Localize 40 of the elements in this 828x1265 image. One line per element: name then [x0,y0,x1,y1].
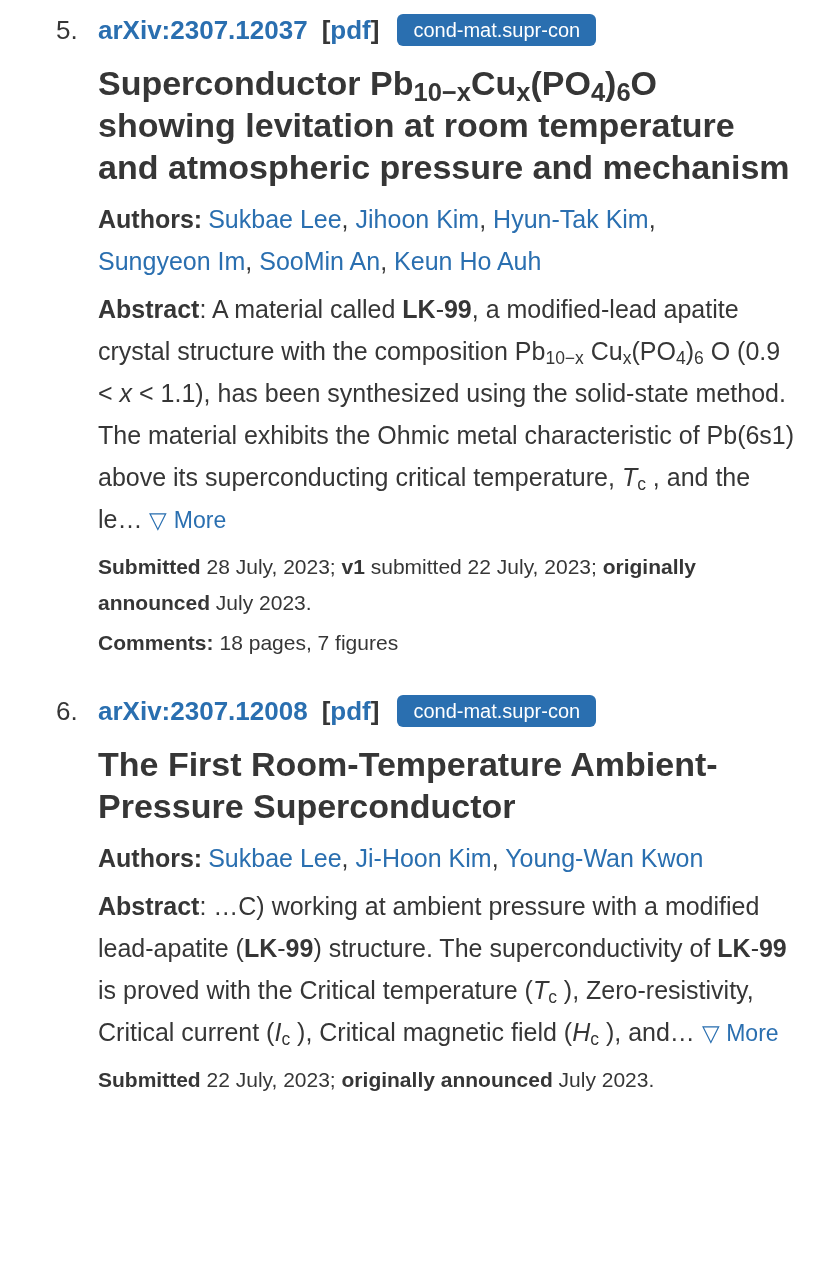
more-link[interactable]: ▽ More [149,507,227,533]
comments-text: 18 pages, 7 figures [219,630,399,656]
arxiv-id-link[interactable]: arXiv:2307.12037 [98,12,308,48]
more-link[interactable]: ▽ More [701,1020,779,1046]
paper-title: The First Room-Temperature Ambient-Pressure Superconductor [98,744,719,827]
submission-info: Submitted 28 July, 2023; v1 submitted 22 July, 2023; originally announced July 2023. [98,554,697,616]
result-number: 5. [56,14,79,47]
category-tag: cond-mat.supr-con [397,695,597,727]
author-link[interactable]: Young-Wan Kwon [505,844,704,872]
comma: , [648,205,656,233]
authors-label: Authors: [98,844,203,872]
author-link[interactable]: Sukbae Lee [208,844,342,872]
author-link[interactable]: Hyun-Tak Kim [493,205,649,233]
comments-label: Comments: [98,630,214,656]
category-tag: cond-mat.supr-con [397,14,597,46]
submission-info: Submitted 22 July, 2023; originally announced July 2023. [98,1067,656,1093]
author-link[interactable]: Ji-Hoon Kim [355,844,492,872]
comma: , [341,205,349,233]
abstract-text: Abstract: …C) working at ambient pressure with a modified lead-apatite (LK-99) structure. The superconductivity of LK-99 is proved with the Critical temperature (T$_{c}$ ), Zero-resistivity, Critical current (I$_{c}$ ), Critical magnetic field (H$_{c}$ ), and… ▽ More [98,891,788,1052]
paper-title: Superconductor Pb$_{10−x}$Cu$_{x}$(PO$_{4}$)$_{6}$O showing levitation at room temperature and atmospheric pressure and mechanism [98,63,791,188]
comma: , [245,247,253,275]
bracket: [ [321,695,331,728]
author-link[interactable]: Jihoon Kim [355,205,480,233]
comma: , [380,247,388,275]
bracket: [ [321,14,331,47]
author-link[interactable]: Sungyeon Im [98,247,246,275]
author-link[interactable]: Keun Ho Auh [394,247,542,275]
bracket: ] [370,695,380,728]
comma: , [479,205,487,233]
author-link[interactable]: SooMin An [259,247,381,275]
author-link[interactable]: Sukbae Lee [208,205,342,233]
pdf-link[interactable]: pdf [330,12,371,48]
arxiv-id-link[interactable]: arXiv:2307.12008 [98,693,308,729]
bracket: ] [370,14,380,47]
comma: , [341,844,349,872]
pdf-link[interactable]: pdf [330,693,371,729]
comma: , [491,844,499,872]
abstract-text: Abstract: A material called LK-99, a modified-lead apatite crystal structure with the composition Pb$_{10−x}$ Cu$_{x}$(PO$_{4}$)$_{6}$ O (0.9 < x < 1.1), has been synthesized using the solid-state method. The material exhibits the Ohmic metal characteristic of Pb(6s1) above its superconducting critical temperature, T$_{c}$ , and the le… ▽ More [98,294,796,535]
result-number: 6. [56,695,79,728]
authors-label: Authors: [98,205,203,233]
